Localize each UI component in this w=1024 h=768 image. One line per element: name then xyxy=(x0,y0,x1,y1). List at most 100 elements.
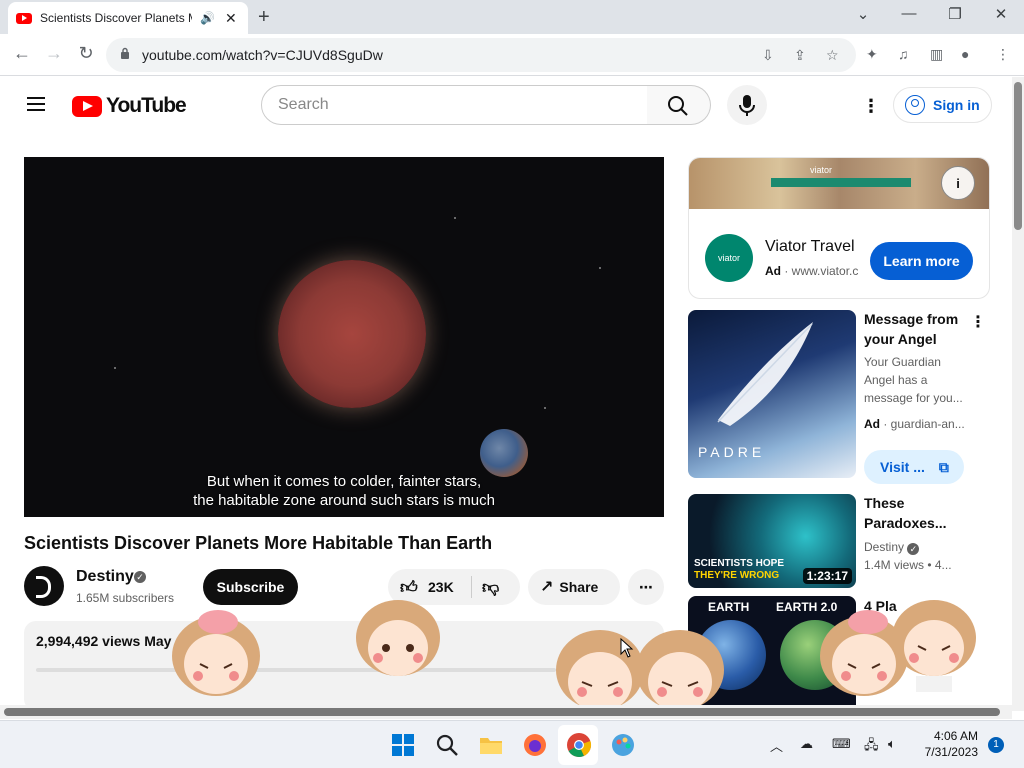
dislike-icon[interactable]: 👎︎ xyxy=(482,577,499,598)
clock-time: 4:06 AM xyxy=(933,729,978,743)
thumbnail-text-line-2: THEY'RE WRONG xyxy=(694,570,780,581)
notification-badge[interactable]: 1 xyxy=(988,737,1004,753)
bookmark-star-icon[interactable]: ☆ xyxy=(826,47,839,64)
chrome-icon[interactable] xyxy=(566,732,592,758)
tab-title: Scientists Discover Planets M xyxy=(40,11,192,25)
restore-button[interactable]: ❐ xyxy=(932,5,978,23)
vertical-scroll-thumb[interactable] xyxy=(1014,82,1022,230)
like-icon[interactable]: 👍︎ xyxy=(400,577,418,598)
learn-more-button[interactable]: Learn more xyxy=(870,242,973,280)
search-icon xyxy=(668,96,688,116)
close-tab-icon[interactable]: ✕ xyxy=(225,10,237,27)
chibi-sticker-6 xyxy=(892,600,976,692)
more-actions-button[interactable]: ⋯ xyxy=(628,569,664,605)
sign-in-button[interactable]: Sign in xyxy=(893,87,992,123)
verified-badge-icon: ✓ xyxy=(907,543,920,555)
ad-meta: Ad · www.viator.c xyxy=(765,264,859,278)
description-divider xyxy=(36,668,556,672)
sidebar-item-channel[interactable]: Destiny ✓ xyxy=(864,538,976,556)
sidebar-thumbnail-paradoxes[interactable]: SCIENTISTS HOPE THEY'RE WRONG 1:23:17 xyxy=(688,494,856,588)
minimize-button[interactable]: — xyxy=(886,5,932,22)
forward-icon[interactable]: → xyxy=(42,43,66,64)
video-duration: 1:23:17 xyxy=(802,568,852,584)
sidebar-item-menu-icon[interactable]: ⋮ xyxy=(970,312,986,332)
account-icon xyxy=(905,95,925,115)
paint-app-icon[interactable] xyxy=(610,732,636,758)
ad-info-icon[interactable]: i xyxy=(941,166,975,200)
search-input[interactable]: Search xyxy=(261,85,648,125)
file-explorer-icon[interactable] xyxy=(478,732,504,758)
channel-avatar[interactable] xyxy=(24,566,64,606)
subscribe-button[interactable]: Subscribe xyxy=(203,569,298,605)
mouse-cursor-icon xyxy=(620,638,634,658)
media-controls-icon[interactable]: ♫ xyxy=(898,46,909,62)
hamburger-menu-icon[interactable] xyxy=(27,97,45,115)
caption-line-1: But when it comes to colder, fainter sta… xyxy=(206,473,482,490)
verified-badge-icon: ✓ xyxy=(134,571,146,583)
viator-ad-card[interactable]: viator i viator Viator Travel Ad · www.v… xyxy=(688,157,990,299)
vertical-scrollbar[interactable] xyxy=(1012,77,1024,711)
banner-logo-text: viator xyxy=(810,165,833,175)
ad-title[interactable]: Viator Travel xyxy=(765,238,855,256)
taskbar-search-icon[interactable] xyxy=(434,732,460,758)
clock-date: 7/31/2023 xyxy=(924,745,978,759)
sidebar-item-title[interactable]: These Paradoxes... xyxy=(864,493,976,533)
browser-tab[interactable]: Scientists Discover Planets M 🔊 ✕ xyxy=(8,2,248,34)
install-app-icon[interactable]: ⇩ xyxy=(762,47,774,64)
windows-taskbar: ︿ ☁ ⌨ 🖧 🔈︎ 4:06 AM 7/31/2023 1 xyxy=(0,720,1024,768)
share-page-icon[interactable]: ⇪ xyxy=(794,47,806,64)
reload-icon[interactable]: ↻ xyxy=(74,43,98,64)
horizontal-scroll-thumb[interactable] xyxy=(4,708,1000,716)
microphone-icon xyxy=(739,95,755,116)
volume-icon[interactable]: 🔈︎ xyxy=(888,736,896,752)
taskbar-clock[interactable]: 4:06 AM 7/31/2023 xyxy=(914,728,978,760)
sidebar-item-ad-meta: Ad · guardian-an... xyxy=(864,417,965,431)
sidebar-item-views: 1.4M views • 4... xyxy=(864,558,952,572)
share-button[interactable]: ↗ Share xyxy=(528,569,620,605)
side-panel-icon[interactable]: ▥ xyxy=(930,46,943,63)
lock-icon xyxy=(121,47,129,59)
viator-logo[interactable]: viator xyxy=(705,234,753,282)
channel-name[interactable]: Destiny xyxy=(76,568,134,586)
youtube-favicon-icon xyxy=(16,12,32,24)
youtube-logo[interactable]: YouTube xyxy=(72,94,187,118)
back-icon[interactable]: ← xyxy=(10,43,34,64)
extensions-icon[interactable]: ✦ xyxy=(866,46,878,63)
close-window-button[interactable]: ✕ xyxy=(978,5,1024,23)
planet-image xyxy=(480,429,528,477)
chibi-sticker-1 xyxy=(172,610,260,696)
settings-menu-icon[interactable]: ⋮ xyxy=(862,96,880,117)
url-text: youtube.com/watch?v=CJUVd8SguDw xyxy=(142,47,383,63)
new-tab-button[interactable]: + xyxy=(258,6,270,29)
show-hidden-icons-chevron-icon[interactable]: ︿ xyxy=(770,736,783,755)
sign-in-label: Sign in xyxy=(933,97,980,113)
search-button[interactable] xyxy=(647,85,711,125)
ad-label: Ad xyxy=(765,264,781,278)
horizontal-scrollbar[interactable] xyxy=(0,705,1012,719)
red-dwarf-star-image xyxy=(278,260,426,408)
voice-search-button[interactable] xyxy=(727,85,767,125)
network-icon[interactable]: 🖧 xyxy=(864,736,879,758)
audio-playing-icon[interactable]: 🔊 xyxy=(200,11,215,25)
chrome-menu-icon[interactable]: ⋮ xyxy=(996,46,1010,63)
windows-start-icon[interactable] xyxy=(390,732,416,758)
tab-search-chevron-icon[interactable]: ⌄ xyxy=(840,5,886,23)
thumbnail-brand-text: PADRE xyxy=(698,444,766,460)
share-arrow-icon: ↗ xyxy=(540,579,554,596)
browser-tab-strip: Scientists Discover Planets M 🔊 ✕ + ⌄ — … xyxy=(0,0,1024,34)
sidebar-item-title[interactable]: Message from your Angel xyxy=(864,309,976,349)
keyboard-icon[interactable]: ⌨ xyxy=(832,736,851,752)
ad-domain: www.viator.c xyxy=(791,264,859,278)
sidebar-thumbnail-angel[interactable]: PADRE xyxy=(688,310,856,478)
caption-line-2: the habitable zone around such stars is … xyxy=(193,492,495,509)
firefox-icon[interactable] xyxy=(522,732,548,758)
cloud-offline-icon[interactable]: ☁ xyxy=(800,736,813,752)
video-player[interactable]: But when it comes to colder, fainter sta… xyxy=(24,157,664,517)
browser-toolbar: ← → ↻ youtube.com/watch?v=CJUVd8SguDw ⇩ … xyxy=(0,34,1024,76)
thumb-label-earth: EARTH xyxy=(708,600,750,614)
profile-icon[interactable]: ● xyxy=(961,46,969,62)
like-count[interactable]: 23K xyxy=(428,579,454,595)
address-bar[interactable]: youtube.com/watch?v=CJUVd8SguDw ⇩ ⇪ ☆ xyxy=(106,38,856,72)
thumbnail-text-line-1: SCIENTISTS HOPE xyxy=(694,558,785,569)
visit-site-button[interactable]: Visit ... ⧉ xyxy=(864,450,964,484)
